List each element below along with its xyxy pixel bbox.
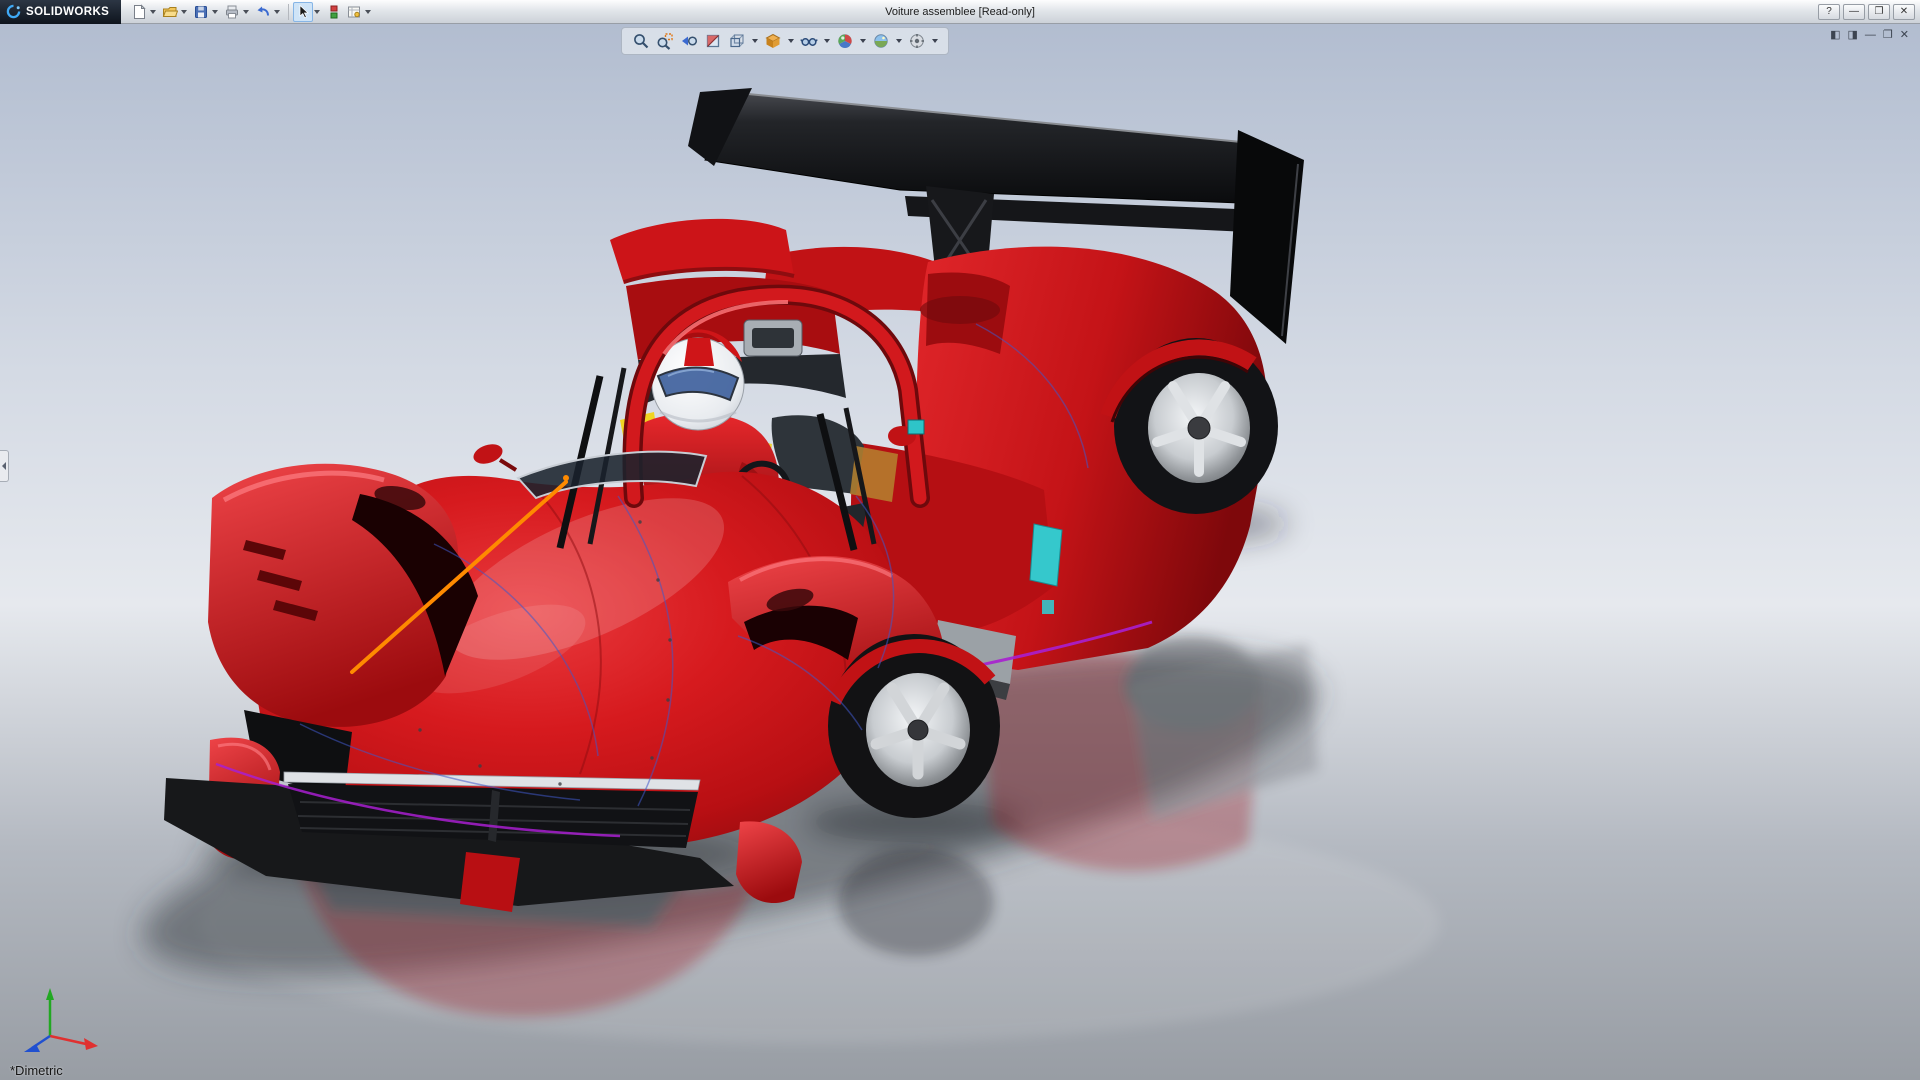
print-button[interactable] (222, 2, 242, 22)
dropdown-arrow-icon[interactable] (860, 39, 866, 43)
dropdown-arrow-icon[interactable] (365, 9, 372, 14)
component-display-icon (330, 5, 338, 18)
solidworks-logo: SOLIDWORKS (0, 0, 122, 24)
view-settings-button[interactable] (906, 30, 928, 52)
select-button[interactable] (293, 1, 314, 22)
panel-collapse-tab[interactable] (0, 450, 9, 482)
right-front-wheel[interactable] (827, 634, 1000, 818)
save-button[interactable] (191, 2, 211, 22)
open-button[interactable] (160, 2, 180, 22)
dropdown-arrow-icon[interactable] (752, 39, 758, 43)
dropdown-arrow-icon[interactable] (896, 39, 902, 43)
view-orientation-label: *Dimetric (10, 1063, 63, 1078)
eyeglasses-icon (800, 38, 818, 46)
undo-arrow-icon (257, 6, 270, 16)
dropdown-arrow-icon[interactable] (788, 39, 794, 43)
brand-text: SOLIDWORKS (26, 5, 110, 18)
close-button[interactable]: ✕ (1893, 3, 1915, 20)
sheet-options-button[interactable] (344, 2, 364, 22)
open-folder-icon (163, 6, 179, 17)
select-cursor-icon (299, 4, 310, 18)
chevron-left-icon (2, 462, 6, 470)
view-orientation-icon (730, 34, 744, 48)
appearance-ball-icon (838, 34, 852, 49)
dropdown-arrow-icon[interactable] (274, 9, 281, 14)
display-style-button[interactable] (762, 30, 784, 52)
undo-button[interactable] (253, 2, 273, 22)
window-controls: ? — ❐ ✕ (1818, 3, 1920, 20)
view-settings-icon (910, 34, 924, 48)
display-style-icon (765, 33, 781, 48)
sheet-options-icon (348, 6, 361, 17)
new-document-icon (134, 3, 146, 19)
save-floppy-icon (195, 5, 208, 18)
maximize-button[interactable]: ❐ (1868, 3, 1890, 20)
section-view-icon (706, 34, 720, 48)
restore-document-button[interactable]: ❐ (1882, 28, 1894, 41)
section-view-button[interactable] (702, 30, 724, 52)
zoom-to-fit-button[interactable] (630, 30, 652, 52)
dassault-3ds-logo-icon (6, 4, 21, 19)
dropdown-arrow-icon[interactable] (150, 9, 157, 14)
graphics-area[interactable]: ◧ ◨ — ❐ ✕ *Dimetric (0, 24, 1920, 1080)
component-display-button[interactable] (324, 2, 344, 22)
dropdown-arrow-icon[interactable] (212, 9, 219, 14)
printer-icon (226, 5, 239, 18)
view-orientation-button[interactable] (726, 30, 748, 52)
standard-toolbar (121, 1, 375, 22)
minimize-button[interactable]: — (1843, 3, 1865, 20)
zoom-to-area-icon (657, 33, 673, 50)
3d-scene[interactable] (0, 24, 1920, 1080)
previous-view-button[interactable] (678, 30, 700, 52)
help-button[interactable]: ? (1818, 3, 1840, 20)
scene-ball-icon (874, 34, 888, 48)
document-window-controls: ◧ ◨ — ❐ ✕ (1829, 28, 1910, 42)
heads-up-view-toolbar (621, 27, 949, 55)
cascade-document-button[interactable]: ◧ (1829, 28, 1841, 41)
minimize-document-button[interactable]: — (1864, 29, 1877, 41)
window-title: Voiture assemblee [Read-only] (885, 5, 1035, 18)
edit-appearance-button[interactable] (834, 30, 856, 52)
dropdown-arrow-icon[interactable] (243, 9, 250, 14)
orientation-triad (24, 988, 98, 1052)
hide-show-items-button[interactable] (798, 30, 820, 52)
zoom-to-fit-icon (634, 34, 649, 49)
new-document-button[interactable] (129, 2, 149, 22)
dropdown-arrow-icon[interactable] (314, 9, 321, 14)
dropdown-arrow-icon[interactable] (932, 39, 938, 43)
previous-view-icon (682, 36, 698, 46)
title-bar: SOLIDWORKS Voiture assemblee [Read-only]… (0, 0, 1920, 24)
toolbar-separator (288, 3, 290, 20)
apply-scene-button[interactable] (870, 30, 892, 52)
dropdown-arrow-icon[interactable] (824, 39, 830, 43)
dropdown-arrow-icon[interactable] (181, 9, 188, 14)
close-document-button[interactable]: ✕ (1899, 28, 1910, 41)
zoom-to-area-button[interactable] (654, 30, 676, 52)
tile-document-button[interactable]: ◨ (1847, 28, 1859, 41)
